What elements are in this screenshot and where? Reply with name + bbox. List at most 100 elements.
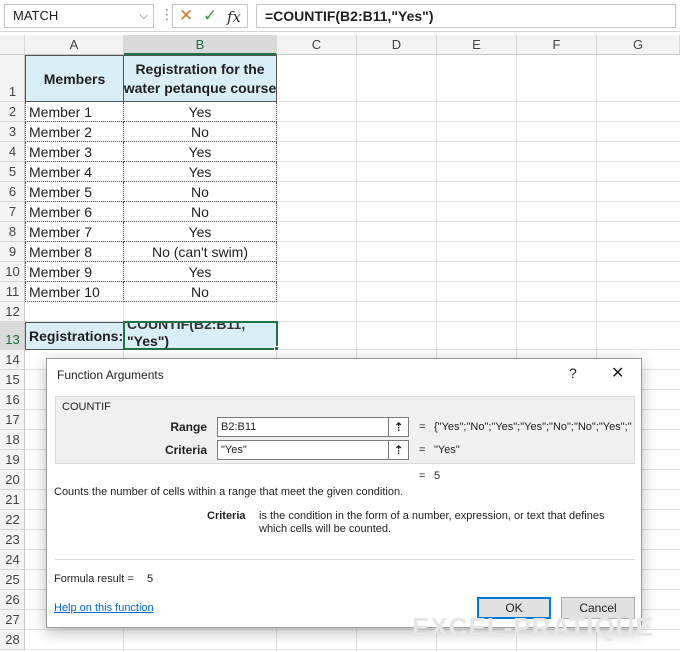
chevron-down-icon[interactable]: ⌵: [140, 5, 148, 27]
row-header[interactable]: 25: [0, 570, 25, 590]
row-header[interactable]: 20: [0, 470, 25, 490]
help-link[interactable]: Help on this function: [54, 602, 154, 614]
row-number: 20: [5, 472, 20, 487]
registration-cell[interactable]: Yes: [123, 222, 277, 242]
column-header-c[interactable]: C: [277, 35, 357, 55]
column-header-g[interactable]: G: [597, 35, 680, 55]
cancel-icon[interactable]: ✕: [179, 6, 193, 26]
registration-cell[interactable]: No: [123, 182, 277, 202]
row-header[interactable]: 24: [0, 550, 25, 570]
registration-cell[interactable]: No (can't swim): [123, 242, 277, 262]
range-label: Range: [170, 420, 207, 434]
row-header[interactable]: 9: [0, 242, 25, 262]
row-number: 22: [5, 512, 20, 527]
row-number: 11: [5, 284, 20, 299]
arg-help-label: Criteria: [207, 510, 246, 522]
member-cell[interactable]: Member 10: [25, 282, 124, 302]
member-cell[interactable]: Member 3: [25, 142, 124, 162]
row-header[interactable]: 6: [0, 182, 25, 202]
formula-bar: MATCH ⌵ ⋮ ✕ ✓ fx =COUNTIF(B2:B11,"Yes"): [0, 0, 680, 32]
column-header-a[interactable]: A: [25, 35, 124, 55]
row-header[interactable]: 11: [0, 282, 25, 302]
registration-cell[interactable]: Yes: [123, 162, 277, 182]
registration-cell[interactable]: No: [123, 202, 277, 222]
row-number: 8: [8, 224, 17, 239]
row-number: 25: [5, 572, 20, 587]
registration-cell[interactable]: Yes: [123, 262, 277, 282]
formula-result-value: 5: [147, 573, 154, 585]
header-members[interactable]: Members: [25, 55, 124, 102]
row-header[interactable]: 22: [0, 510, 25, 530]
registration-cell[interactable]: No: [123, 282, 277, 302]
formula-input[interactable]: =COUNTIF(B2:B11,"Yes"): [256, 4, 676, 28]
column-header-b[interactable]: B: [124, 35, 277, 55]
member-cell[interactable]: Member 2: [25, 122, 124, 142]
row-number: 15: [5, 372, 20, 387]
check-icon[interactable]: ✓: [203, 6, 217, 26]
dialog-separator: [55, 559, 635, 560]
row-header[interactable]: 19: [0, 450, 25, 470]
collapse-dialog-icon[interactable]: ⇡: [388, 441, 408, 459]
row-header[interactable]: 18: [0, 430, 25, 450]
registrations-formula-cell[interactable]: COUNTIF(B2:B11, "Yes"): [123, 321, 278, 350]
row-header[interactable]: 13: [0, 322, 25, 350]
range-equals: =: [419, 421, 426, 433]
row-header[interactable]: 16: [0, 390, 25, 410]
row-header[interactable]: 10: [0, 262, 25, 282]
member-cell[interactable]: Member 7: [25, 222, 124, 242]
row-number: 6: [8, 184, 17, 199]
row-header[interactable]: 26: [0, 590, 25, 610]
member-cell[interactable]: Member 6: [25, 202, 124, 222]
collapse-dialog-icon[interactable]: ⇡: [388, 418, 408, 436]
member-cell[interactable]: Member 1: [25, 102, 124, 122]
function-description: Counts the number of cells within a rang…: [54, 486, 404, 498]
row-header[interactable]: 3: [0, 122, 25, 142]
row-number: 10: [5, 264, 20, 279]
registrations-label[interactable]: Registrations:: [25, 322, 124, 350]
registration-cell[interactable]: Yes: [123, 142, 277, 162]
row-header[interactable]: 15: [0, 370, 25, 390]
select-all-corner[interactable]: [0, 35, 25, 55]
row-header[interactable]: 5: [0, 162, 25, 182]
row-number: 27: [5, 612, 20, 627]
formula-result-label: Formula result =: [54, 573, 134, 585]
row-header[interactable]: 8: [0, 222, 25, 242]
registration-cell[interactable]: No: [123, 122, 277, 142]
registrations-cell-clipped: COUNTIF(B2:B11,: [127, 321, 246, 332]
member-cell[interactable]: Member 9: [25, 262, 124, 282]
member-cell[interactable]: Member 5: [25, 182, 124, 202]
registrations-cell-line2: "Yes"): [127, 333, 170, 349]
name-box-value: MATCH: [13, 8, 59, 23]
row-header[interactable]: 7: [0, 202, 25, 222]
range-input[interactable]: B2:B11 ⇡: [217, 417, 409, 437]
member-cell[interactable]: Member 4: [25, 162, 124, 182]
row-header[interactable]: 27: [0, 610, 25, 630]
row-header[interactable]: 2: [0, 102, 25, 122]
criteria-label: Criteria: [164, 443, 207, 457]
fill-handle[interactable]: [274, 346, 279, 351]
help-icon[interactable]: ?: [569, 365, 577, 381]
column-header-f[interactable]: F: [517, 35, 597, 55]
formula-buttons: ✕ ✓ fx: [172, 4, 248, 28]
row-header[interactable]: 14: [0, 350, 25, 370]
row-header[interactable]: 1: [0, 55, 25, 102]
column-header-d[interactable]: D: [357, 35, 437, 55]
row-header[interactable]: 17: [0, 410, 25, 430]
row-header[interactable]: 28: [0, 630, 25, 650]
row-number: 17: [5, 412, 20, 427]
name-box[interactable]: MATCH ⌵: [4, 4, 154, 28]
row-header[interactable]: 21: [0, 490, 25, 510]
range-input-value: B2:B11: [221, 421, 257, 433]
row-header[interactable]: 12: [0, 302, 25, 322]
insert-function-icon[interactable]: fx: [227, 8, 241, 26]
row-number: 23: [5, 532, 20, 547]
header-registration[interactable]: Registration for the water petanque cour…: [123, 55, 277, 102]
row-header[interactable]: 4: [0, 142, 25, 162]
row-header[interactable]: 23: [0, 530, 25, 550]
member-cell[interactable]: Member 8: [25, 242, 124, 262]
criteria-input[interactable]: "Yes" ⇡: [217, 440, 409, 460]
column-header-e[interactable]: E: [437, 35, 517, 55]
total-result: 5: [434, 470, 441, 482]
close-icon[interactable]: ✕: [611, 363, 624, 383]
registration-cell[interactable]: Yes: [123, 102, 277, 122]
